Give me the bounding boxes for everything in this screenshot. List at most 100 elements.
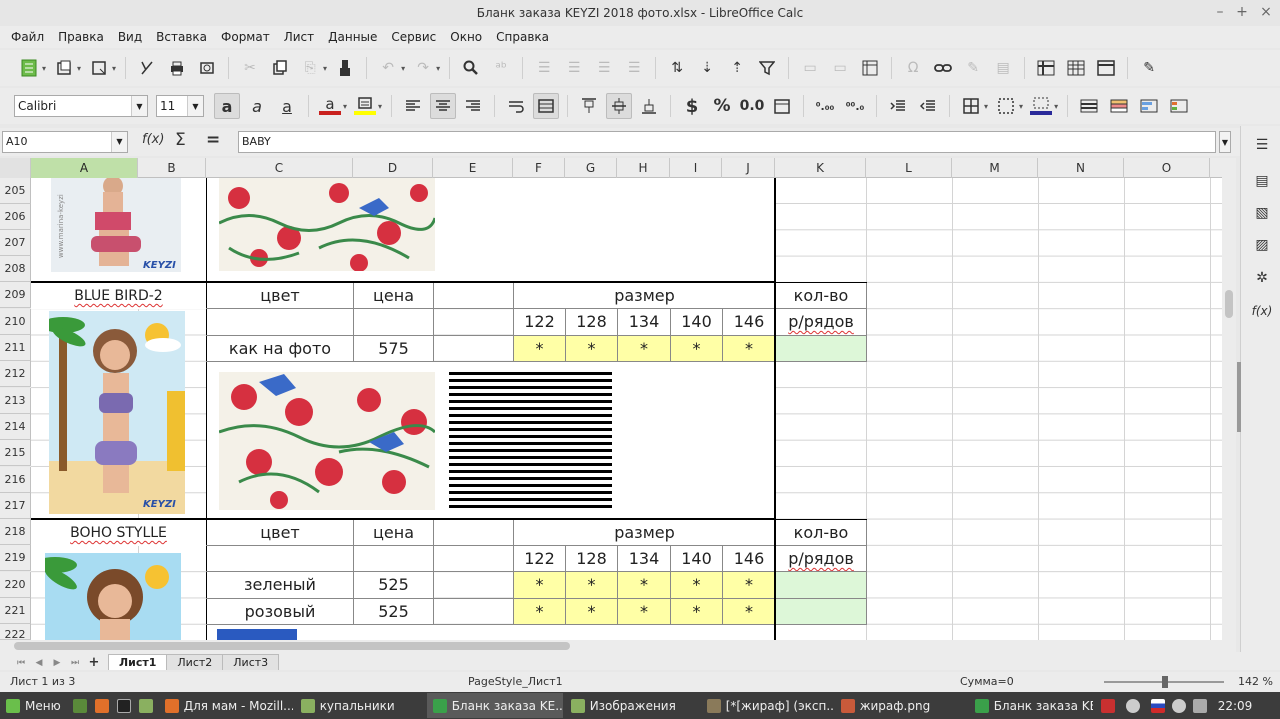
zoom-level[interactable]: 142 %: [1238, 675, 1273, 688]
scrollbar-thumb[interactable]: [14, 642, 570, 650]
size-mark-cell[interactable]: *: [671, 336, 722, 362]
size-mark-cell[interactable]: *: [566, 599, 617, 625]
start-menu-button[interactable]: Меню: [0, 693, 67, 718]
size-mark-cell[interactable]: *: [618, 336, 670, 362]
next-sheet-icon[interactable]: ▶: [50, 656, 64, 670]
define-print-area-icon[interactable]: [1033, 55, 1059, 81]
terminal-icon[interactable]: [116, 698, 131, 713]
row-header[interactable]: 210: [0, 309, 31, 335]
taskbar-item[interactable]: купальники: [295, 693, 425, 718]
export-pdf-icon[interactable]: [134, 55, 160, 81]
taskbar-item[interactable]: Изображения: [565, 693, 699, 718]
stripe-swatch[interactable]: [449, 372, 612, 508]
align-left-icon[interactable]: [400, 93, 426, 119]
menu-view[interactable]: Вид: [111, 30, 149, 44]
spelling-icon[interactable]: ᵃᵇ: [488, 55, 514, 81]
size-mark-cell[interactable]: *: [514, 336, 565, 362]
row-icon[interactable]: ☰: [531, 55, 557, 81]
size-mark-cell[interactable]: *: [514, 599, 565, 625]
menu-help[interactable]: Справка: [489, 30, 556, 44]
hyperlink-icon[interactable]: [930, 55, 956, 81]
borders-icon[interactable]: [958, 93, 984, 119]
row-header[interactable]: 221: [0, 598, 31, 624]
column-header-i[interactable]: I: [670, 158, 722, 178]
sum-button[interactable]: Σ: [175, 130, 186, 150]
wrap-text-icon[interactable]: [503, 93, 529, 119]
quantity-input-cell[interactable]: [776, 336, 866, 362]
first-sheet-icon[interactable]: ⏮: [14, 656, 28, 670]
row-header[interactable]: 209: [0, 282, 31, 308]
size-mark-cell[interactable]: *: [618, 599, 670, 625]
size-mark-cell[interactable]: *: [671, 599, 722, 625]
language-flag-icon[interactable]: [1150, 698, 1165, 713]
fabric-swatch[interactable]: [219, 178, 435, 271]
price-cell[interactable]: 525: [354, 599, 433, 625]
functions-icon[interactable]: f(x): [1251, 300, 1273, 322]
color-scale-icon[interactable]: [1106, 93, 1132, 119]
quantity-input-cell[interactable]: [776, 599, 866, 625]
last-sheet-icon[interactable]: ⏭: [68, 656, 82, 670]
copy-icon[interactable]: [267, 55, 293, 81]
row-header[interactable]: 207: [0, 230, 31, 256]
expand-formula-icon[interactable]: ▼: [1219, 131, 1231, 153]
tab-sheet2[interactable]: Лист2: [166, 654, 224, 670]
autofilter-icon[interactable]: [754, 55, 780, 81]
row-header[interactable]: 206: [0, 204, 31, 230]
minimize-button[interactable]: –: [1212, 4, 1228, 20]
menu-file[interactable]: Файл: [4, 30, 51, 44]
align-top-icon[interactable]: [576, 93, 602, 119]
function-wizard-button[interactable]: f(x): [142, 132, 164, 147]
decrease-indent-icon[interactable]: [915, 93, 941, 119]
save-icon[interactable]: [86, 55, 112, 81]
sort-ascending-icon[interactable]: ⇣: [694, 55, 720, 81]
price-cell[interactable]: 525: [354, 572, 433, 598]
vertical-scrollbar[interactable]: [1222, 158, 1236, 652]
navigator-icon[interactable]: ✲: [1251, 267, 1273, 289]
row-header[interactable]: 220: [0, 572, 31, 598]
menu-data[interactable]: Данные: [321, 30, 384, 44]
new-spreadsheet-icon[interactable]: [16, 55, 42, 81]
column-header-b[interactable]: B: [138, 158, 206, 178]
fabric-swatch[interactable]: [219, 372, 435, 510]
color-cell[interactable]: зеленый: [207, 572, 353, 598]
taskbar-item[interactable]: [*[жираф] (эксп...: [701, 693, 833, 718]
column-icon[interactable]: ☰: [561, 55, 587, 81]
select-all-corner[interactable]: [0, 158, 31, 178]
underline-button[interactable]: a: [274, 93, 300, 119]
menu-window[interactable]: Окно: [443, 30, 489, 44]
date-format-icon[interactable]: [769, 93, 795, 119]
size-mark-cell[interactable]: *: [566, 572, 617, 598]
headers-footers-icon[interactable]: ▤: [990, 55, 1016, 81]
size-mark-cell[interactable]: *: [514, 572, 565, 598]
insert-image-icon[interactable]: ▭: [797, 55, 823, 81]
column-header-h[interactable]: H: [617, 158, 670, 178]
size-mark-cell[interactable]: *: [723, 336, 775, 362]
formula-button[interactable]: =: [206, 130, 220, 150]
clock[interactable]: 22:09: [1218, 699, 1253, 713]
font-color-icon[interactable]: a: [317, 93, 343, 119]
draw-icon[interactable]: ✎: [1136, 55, 1162, 81]
zoom-slider-handle[interactable]: [1162, 676, 1168, 688]
styles-icon[interactable]: ▧: [1251, 202, 1273, 224]
clone-formatting-icon[interactable]: [332, 55, 358, 81]
open-icon[interactable]: [51, 55, 77, 81]
insert-chart-icon[interactable]: ▭: [827, 55, 853, 81]
chevron-down-icon[interactable]: ▼: [131, 96, 147, 116]
bold-button[interactable]: a: [214, 93, 240, 119]
quantity-input-cell[interactable]: [776, 572, 866, 598]
align-center-icon[interactable]: [430, 93, 457, 119]
print-icon[interactable]: [164, 55, 190, 81]
special-character-icon[interactable]: Ω: [900, 55, 926, 81]
sidebar-resize-handle[interactable]: [1237, 362, 1241, 432]
font-name-combo[interactable]: Calibri ▼: [14, 95, 148, 117]
row-header[interactable]: 217: [0, 493, 31, 519]
column-header-d[interactable]: D: [353, 158, 433, 178]
taskbar-item[interactable]: Бланк заказа KE...: [426, 693, 563, 718]
row-header[interactable]: 222: [0, 624, 31, 640]
column-header-k[interactable]: K: [775, 158, 866, 178]
menu-insert[interactable]: Вставка: [149, 30, 214, 44]
row-header[interactable]: 218: [0, 519, 31, 545]
tab-sheet1[interactable]: Лист1: [108, 654, 168, 670]
column-header-g[interactable]: G: [565, 158, 617, 178]
border-color-icon[interactable]: [1028, 93, 1054, 119]
